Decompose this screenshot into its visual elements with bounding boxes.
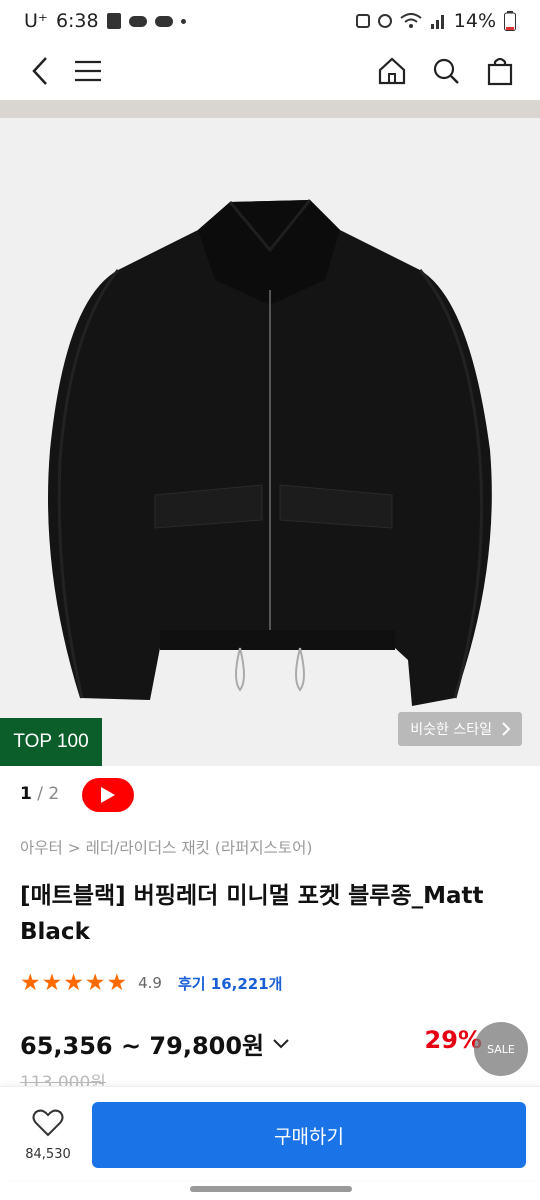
top100-badge: TOP 100 xyxy=(0,718,102,766)
rating-score: 4.9 xyxy=(138,974,162,992)
menu-button[interactable] xyxy=(68,51,108,91)
search-icon xyxy=(433,58,459,84)
play-icon xyxy=(101,787,115,803)
similar-style-label: 비슷한 스타일 xyxy=(410,722,492,738)
price-text: 65,356 ~ 79,800원 xyxy=(20,1032,265,1060)
carrier: U⁺ xyxy=(24,10,48,32)
buy-button[interactable]: 구매하기 xyxy=(92,1102,526,1168)
gesture-bar[interactable] xyxy=(190,1186,352,1192)
chevron-right-icon xyxy=(502,722,510,736)
alarm-icon xyxy=(355,14,370,28)
review-link[interactable]: 후기 16,221개 xyxy=(178,973,283,994)
home-icon xyxy=(378,57,406,85)
menu-icon xyxy=(75,60,101,82)
back-button[interactable] xyxy=(20,51,60,91)
heart-icon xyxy=(32,1109,64,1137)
jacket-image xyxy=(48,199,492,706)
battery-level: 14% xyxy=(453,10,496,32)
product-image-carousel[interactable]: 비슷한 스타일 TOP 100 xyxy=(0,100,540,766)
bag-icon xyxy=(487,57,513,86)
pager-separator: / xyxy=(37,784,49,804)
signal-icon xyxy=(430,15,444,29)
video-play-button[interactable] xyxy=(82,778,134,812)
similar-style-button[interactable]: 비슷한 스타일 xyxy=(398,712,522,746)
back-icon xyxy=(32,57,47,85)
pager-total: 2 xyxy=(48,784,60,804)
breadcrumb[interactable]: 아우터 > 레더/라이더스 재킷 (라퍼지스토어) xyxy=(20,836,312,858)
price-range[interactable]: 65,356 ~ 79,800원 xyxy=(20,1026,290,1061)
top-nav xyxy=(0,42,540,100)
battery-icon xyxy=(504,11,516,31)
like-count: 84,530 xyxy=(25,1147,71,1162)
sale-floating-button[interactable]: SALE xyxy=(474,1022,528,1076)
pager-current: 1 xyxy=(20,784,32,804)
star-rating-icon: ★★★★★ xyxy=(20,970,129,996)
chevron-down-icon xyxy=(273,1038,289,1048)
cloud-icon xyxy=(128,15,147,27)
image-pager: 1 / 2 xyxy=(20,784,59,804)
search-button[interactable] xyxy=(426,51,466,91)
clock: 6:38 xyxy=(55,10,99,32)
cloud-sync-icon xyxy=(154,15,173,27)
more-dot xyxy=(180,18,186,24)
like-button[interactable]: 84,530 xyxy=(18,1109,78,1162)
mute-icon xyxy=(377,14,392,28)
product-title: [매트블랙] 버핑레더 미니멀 포켓 블루종_Matt Black xyxy=(20,883,484,945)
cart-button[interactable] xyxy=(480,51,520,91)
alert-icon xyxy=(106,13,121,29)
status-bar: U⁺ 6:38 14% xyxy=(0,0,540,42)
home-button[interactable] xyxy=(372,51,412,91)
rating-row: ★★★★★ 4.9 후기 16,221개 xyxy=(20,970,282,996)
wifi-icon xyxy=(400,13,422,28)
bottom-action-bar: 84,530 구매하기 xyxy=(0,1086,540,1180)
